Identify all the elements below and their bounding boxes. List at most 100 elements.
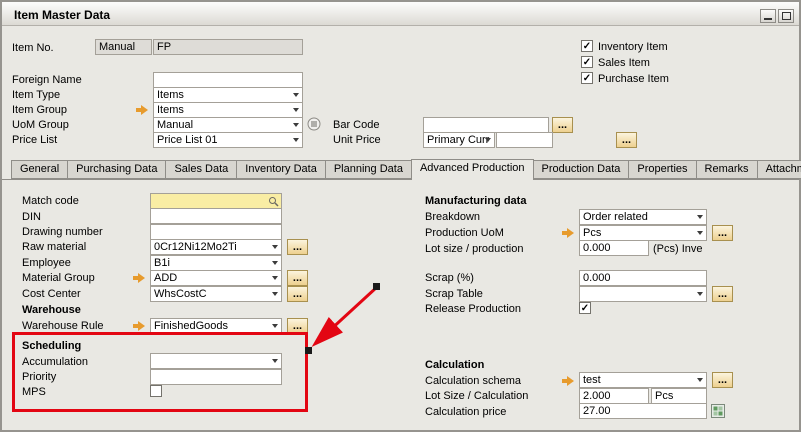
scrap-table-dropdown[interactable] bbox=[579, 286, 707, 302]
link-arrow-icon[interactable] bbox=[133, 273, 146, 283]
bar-code-field[interactable] bbox=[423, 117, 549, 133]
lot-size-calculation-uom-field[interactable]: Pcs bbox=[651, 388, 707, 404]
lookup-icon[interactable] bbox=[268, 196, 279, 207]
dropdown-arrow-icon bbox=[697, 231, 703, 235]
match-code-field[interactable] bbox=[150, 193, 282, 209]
tab-properties[interactable]: Properties bbox=[628, 160, 696, 179]
employee-dropdown[interactable]: B1i bbox=[150, 255, 282, 271]
tab-planning-data[interactable]: Planning Data bbox=[325, 160, 412, 179]
scrap-table-browse-button[interactable]: ... bbox=[712, 286, 733, 302]
uom-group-dropdown[interactable]: Manual bbox=[153, 117, 303, 133]
mps-checkbox[interactable] bbox=[150, 385, 162, 397]
production-uom-browse-button[interactable]: ... bbox=[712, 225, 733, 241]
item-type-label: Item Type bbox=[12, 89, 60, 102]
unit-price-currency-dropdown[interactable]: Primary Curr bbox=[423, 132, 495, 148]
production-uom-dropdown[interactable]: Pcs bbox=[579, 225, 707, 241]
lot-size-calculation-field[interactable]: 2.000 bbox=[579, 388, 649, 404]
lot-size-production-label: Lot size / production bbox=[425, 243, 523, 256]
release-production-label: Release Production bbox=[425, 303, 521, 316]
dropdown-arrow-icon bbox=[272, 292, 278, 296]
inventory-item-label: Inventory Item bbox=[598, 41, 668, 54]
warehouse-section-header: Warehouse bbox=[22, 304, 81, 317]
dropdown-arrow-icon bbox=[697, 292, 703, 296]
priority-field[interactable] bbox=[150, 369, 282, 385]
tab-general[interactable]: General bbox=[11, 160, 68, 179]
sales-item-checkbox[interactable]: ✓ bbox=[581, 56, 593, 68]
purchase-item-label: Purchase Item bbox=[598, 73, 669, 86]
breakdown-label: Breakdown bbox=[425, 211, 480, 224]
purchase-item-checkbox[interactable]: ✓ bbox=[581, 72, 593, 84]
scrap-percent-label: Scrap (%) bbox=[425, 272, 474, 285]
tab-advanced-production[interactable]: Advanced Production bbox=[411, 159, 534, 180]
item-type-dropdown[interactable]: Items bbox=[153, 87, 303, 103]
tab-attachment[interactable]: Attachment bbox=[757, 160, 801, 179]
link-arrow-icon[interactable] bbox=[133, 321, 146, 331]
match-code-label: Match code bbox=[22, 195, 79, 208]
drawing-number-field[interactable] bbox=[150, 224, 282, 240]
raw-material-dropdown[interactable]: 0Cr12Ni12Mo2Ti bbox=[150, 239, 282, 255]
raw-material-browse-button[interactable]: ... bbox=[287, 239, 308, 255]
item-group-value: Items bbox=[157, 104, 184, 116]
tab-production-data[interactable]: Production Data bbox=[533, 160, 630, 179]
scrap-table-label: Scrap Table bbox=[425, 288, 483, 301]
unit-price-browse-button[interactable]: ... bbox=[616, 132, 637, 148]
dropdown-arrow-icon bbox=[293, 138, 299, 142]
window-title: Item Master Data bbox=[14, 8, 110, 22]
breakdown-dropdown[interactable]: Order related bbox=[579, 209, 707, 225]
calculation-schema-dropdown[interactable]: test bbox=[579, 372, 707, 388]
link-arrow-icon[interactable] bbox=[562, 376, 575, 386]
mps-label: MPS bbox=[22, 386, 46, 399]
bar-code-browse-button[interactable]: ... bbox=[552, 117, 573, 133]
production-uom-label: Production UoM bbox=[425, 227, 504, 240]
cost-center-dropdown[interactable]: WhsCostC bbox=[150, 286, 282, 302]
scrap-percent-field[interactable]: 0.000 bbox=[579, 270, 707, 286]
dropdown-arrow-icon bbox=[697, 378, 703, 382]
link-arrow-icon[interactable] bbox=[562, 228, 575, 238]
link-arrow-icon[interactable] bbox=[136, 105, 149, 115]
calculation-schema-label: Calculation schema bbox=[425, 375, 521, 388]
tab-sales-data[interactable]: Sales Data bbox=[165, 160, 237, 179]
price-list-label: Price List bbox=[12, 134, 57, 147]
material-group-dropdown[interactable]: ADD bbox=[150, 270, 282, 286]
dropdown-arrow-icon bbox=[293, 123, 299, 127]
item-no-mode-field[interactable]: Manual bbox=[95, 39, 152, 55]
tab-remarks[interactable]: Remarks bbox=[696, 160, 758, 179]
dropdown-arrow-icon bbox=[272, 276, 278, 280]
employee-label: Employee bbox=[22, 257, 71, 270]
dropdown-arrow-icon bbox=[272, 245, 278, 249]
warehouse-rule-dropdown[interactable]: FinishedGoods bbox=[150, 318, 282, 334]
cost-center-browse-button[interactable]: ... bbox=[287, 286, 308, 302]
calculation-price-label: Calculation price bbox=[425, 406, 506, 419]
inventory-item-checkbox[interactable]: ✓ bbox=[581, 40, 593, 52]
item-group-dropdown[interactable]: Items bbox=[153, 102, 303, 118]
din-label: DIN bbox=[22, 211, 41, 224]
item-no-label: Item No. bbox=[12, 42, 54, 55]
calculation-schema-browse-button[interactable]: ... bbox=[712, 372, 733, 388]
minimize-button[interactable] bbox=[760, 9, 776, 23]
release-production-checkbox[interactable]: ✓ bbox=[579, 302, 591, 314]
calculation-price-field[interactable]: 27.00 bbox=[579, 403, 707, 419]
material-group-value: ADD bbox=[154, 272, 177, 284]
price-list-dropdown[interactable]: Price List 01 bbox=[153, 132, 303, 148]
calculator-icon[interactable] bbox=[711, 404, 725, 418]
title-bar[interactable]: Item Master Data bbox=[2, 2, 799, 26]
material-group-browse-button[interactable]: ... bbox=[287, 270, 308, 286]
accumulation-dropdown[interactable] bbox=[150, 353, 282, 369]
bar-code-label: Bar Code bbox=[333, 119, 379, 132]
price-list-value: Price List 01 bbox=[157, 134, 218, 146]
warehouse-rule-browse-button[interactable]: ... bbox=[287, 318, 308, 334]
item-master-data-window: Item Master Data Item No. Manual FP ✓ In… bbox=[0, 0, 801, 432]
employee-value: B1i bbox=[154, 257, 170, 269]
unit-price-field[interactable] bbox=[496, 132, 553, 148]
foreign-name-field[interactable] bbox=[153, 72, 303, 88]
maximize-button[interactable] bbox=[778, 9, 794, 23]
dropdown-arrow-icon bbox=[293, 108, 299, 112]
din-field[interactable] bbox=[150, 208, 282, 224]
tab-inventory-data[interactable]: Inventory Data bbox=[236, 160, 326, 179]
item-type-value: Items bbox=[157, 89, 184, 101]
uom-group-definition-icon[interactable] bbox=[307, 117, 321, 131]
tab-purchasing-data[interactable]: Purchasing Data bbox=[67, 160, 166, 179]
production-uom-value: Pcs bbox=[583, 227, 601, 239]
lot-size-production-field[interactable]: 0.000 bbox=[579, 240, 649, 256]
item-no-field[interactable]: FP bbox=[153, 39, 303, 55]
